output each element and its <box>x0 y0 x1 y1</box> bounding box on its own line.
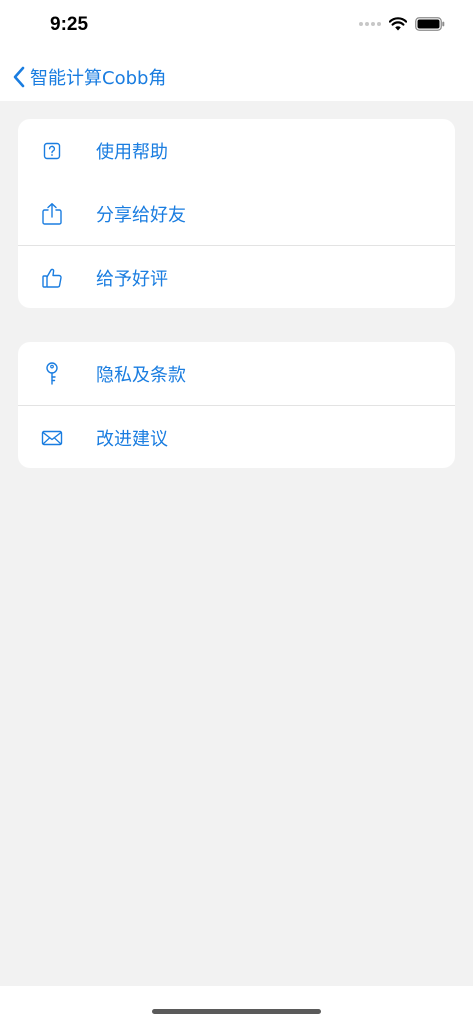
home-indicator-area <box>0 986 473 1024</box>
feedback-row[interactable]: 改进建议 <box>18 406 455 468</box>
rate-row[interactable]: 给予好评 <box>18 246 455 308</box>
feedback-label: 改进建议 <box>96 428 168 450</box>
back-button[interactable]: 智能计算Cobb角 <box>12 62 166 92</box>
thumbs-up-icon <box>40 266 64 290</box>
help-row[interactable]: 使用帮助 <box>18 119 455 182</box>
settings-group-1: 使用帮助 分享给好友 给予好评 <box>18 119 455 308</box>
key-icon <box>40 361 64 386</box>
rate-label: 给予好评 <box>96 268 168 290</box>
status-icons <box>359 17 445 31</box>
navigation-bar: 智能计算Cobb角 <box>0 52 473 101</box>
status-time: 9:25 <box>50 14 89 35</box>
settings-group-2: 隐私及条款 改进建议 <box>18 342 455 468</box>
help-label: 使用帮助 <box>96 141 168 163</box>
wifi-icon <box>389 17 407 31</box>
privacy-row[interactable]: 隐私及条款 <box>18 342 455 405</box>
nav-title: 智能计算Cobb角 <box>30 68 167 89</box>
share-row[interactable]: 分享给好友 <box>18 182 455 245</box>
status-bar: 9:25 <box>0 0 473 52</box>
chevron-left-icon <box>13 66 25 88</box>
battery-icon <box>415 17 445 31</box>
cellular-signal-icon <box>359 22 381 26</box>
privacy-label: 隐私及条款 <box>96 364 186 386</box>
share-icon <box>40 202 64 226</box>
question-mark-square-icon <box>40 139 64 163</box>
home-indicator[interactable] <box>152 1009 321 1014</box>
envelope-icon <box>40 426 64 450</box>
share-label: 分享给好友 <box>96 204 186 226</box>
